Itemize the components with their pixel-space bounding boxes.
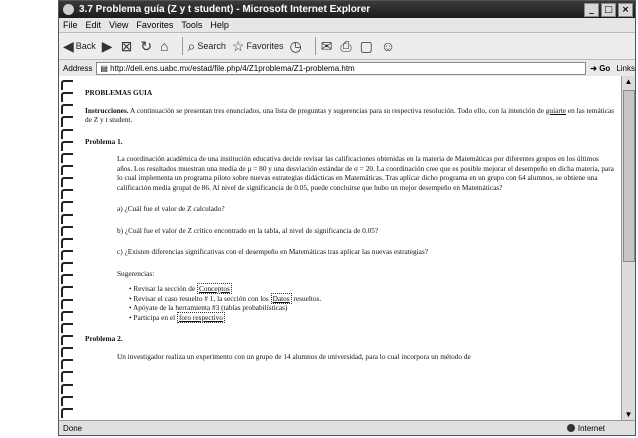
messenger-icon: ☺ xyxy=(380,38,396,54)
conceptos-link[interactable]: Conceptos xyxy=(197,283,232,294)
menu-file[interactable]: File xyxy=(63,20,78,30)
mail-icon: ✉ xyxy=(320,37,333,54)
star-icon: ☆ xyxy=(231,37,245,54)
address-label: Address xyxy=(63,63,93,73)
page-title: PROBLEMAS GUIA xyxy=(85,88,153,97)
problem-1-text: La coordinación académica de una institu… xyxy=(117,154,614,192)
menu-bar: File Edit View Favorites Tools Help xyxy=(59,18,635,33)
datos-link[interactable]: Datos xyxy=(270,292,292,304)
status-bar: Done Internet xyxy=(59,420,635,435)
edit-icon: ▢ xyxy=(359,37,373,54)
forward-button[interactable]: ▶ xyxy=(102,38,115,55)
scroll-up-icon[interactable]: ▲ xyxy=(622,76,635,88)
stop-button[interactable]: ⊠ xyxy=(121,38,135,55)
browser-window: 3.7 Problema guía (Z y t student) - Micr… xyxy=(58,0,636,436)
edit-button[interactable]: ▢ xyxy=(360,38,375,55)
close-button[interactable]: × xyxy=(618,2,633,17)
address-input[interactable]: ▤ http://deli.ens.uabc.mx/estad/file.php… xyxy=(96,61,587,75)
back-arrow-icon: ◀ xyxy=(63,37,74,54)
suggestions-label: Sugerencias: xyxy=(117,268,155,278)
list-item: Revisar la sección de Conceptos xyxy=(129,283,615,294)
toolbar-separator xyxy=(314,37,316,55)
window-title: 3.7 Problema guía (Z y t student) - Micr… xyxy=(79,4,371,15)
search-button[interactable]: ⌕ Search xyxy=(188,38,226,55)
back-button[interactable]: ◀ Back xyxy=(63,38,96,55)
toolbar-separator xyxy=(181,37,183,55)
list-item: Participa en el foro respectivo xyxy=(129,311,615,323)
problem-2-text: Un investigador realiza un experimento c… xyxy=(117,351,471,361)
title-bar: 3.7 Problema guía (Z y t student) - Micr… xyxy=(59,1,635,18)
stop-icon: ⊠ xyxy=(120,37,133,54)
address-bar: Address ▤ http://deli.ens.uabc.mx/estad/… xyxy=(59,60,635,77)
vertical-scrollbar[interactable]: ▲ ▼ xyxy=(621,76,635,421)
question-c: c) ¿Existen diferencias significativas c… xyxy=(117,247,429,256)
spiral-binding-decoration xyxy=(61,80,77,420)
instructions-paragraph: Instrucciones. A continuación se present… xyxy=(85,105,615,125)
page-viewport: PROBLEMAS GUIA Instrucciones. A continua… xyxy=(59,76,624,421)
problem-1-heading: Problema 1. xyxy=(85,136,123,146)
security-zone: Internet xyxy=(566,424,635,433)
print-icon: ⎙ xyxy=(340,37,352,54)
question-b: b) ¿Cuál fue el valor de Z crítico encon… xyxy=(117,225,379,235)
globe-icon xyxy=(566,424,575,432)
toolbar: ◀ Back ▶ ⊠ ↻ ⌂ ⌕ Search ☆ Favorites ◷ ✉ ⎙ ▢… xyxy=(59,33,635,60)
favorites-button[interactable]: ☆ Favorites xyxy=(232,38,284,55)
history-icon: ◷ xyxy=(289,37,302,54)
refresh-icon: ↻ xyxy=(140,37,153,54)
desktop-background xyxy=(0,0,58,438)
minimize-button[interactable]: _ xyxy=(584,2,599,17)
messenger-button[interactable]: ☺ xyxy=(381,38,397,54)
menu-tools[interactable]: Tools xyxy=(181,20,202,30)
menu-favorites[interactable]: Favorites xyxy=(136,20,173,30)
page-icon: ▤ xyxy=(100,63,111,73)
page-content: PROBLEMAS GUIA Instrucciones. A continua… xyxy=(85,76,615,361)
links-button[interactable]: Links xyxy=(616,64,635,73)
address-url: http://deli.ens.uabc.mx/estad/file.php/4… xyxy=(110,63,355,73)
go-button[interactable]: ➜ Go xyxy=(590,64,610,73)
go-arrow-icon: ➜ xyxy=(590,63,597,73)
menu-view[interactable]: View xyxy=(109,20,128,30)
menu-edit[interactable]: Edit xyxy=(86,20,102,30)
problem-2-heading: Problema 2. xyxy=(85,334,123,343)
mail-button[interactable]: ✉ xyxy=(321,38,335,55)
home-icon: ⌂ xyxy=(160,38,169,54)
refresh-button[interactable]: ↻ xyxy=(140,38,154,55)
print-button[interactable]: ⎙ xyxy=(340,38,353,55)
scrollbar-thumb[interactable] xyxy=(623,90,635,262)
history-button[interactable]: ◷ xyxy=(289,38,303,55)
forward-arrow-icon: ▶ xyxy=(101,37,113,54)
home-button[interactable]: ⌂ xyxy=(160,38,170,54)
search-icon: ⌕ xyxy=(187,37,196,54)
list-item: Revisar el caso resuelto # 1, la sección… xyxy=(129,292,615,304)
menu-help[interactable]: Help xyxy=(210,20,229,30)
suggestions-list: Revisar la sección de Conceptos Revisar … xyxy=(129,283,615,323)
guiarte-link[interactable]: guiarte xyxy=(546,106,566,115)
ie-logo-icon xyxy=(63,4,74,15)
question-a: a) ¿Cuál fue el valor de Z calculado? xyxy=(117,204,225,213)
foro-link[interactable]: foro respectivo xyxy=(176,311,225,323)
maximize-button[interactable]: □ xyxy=(601,2,616,17)
status-text: Done xyxy=(63,423,83,433)
